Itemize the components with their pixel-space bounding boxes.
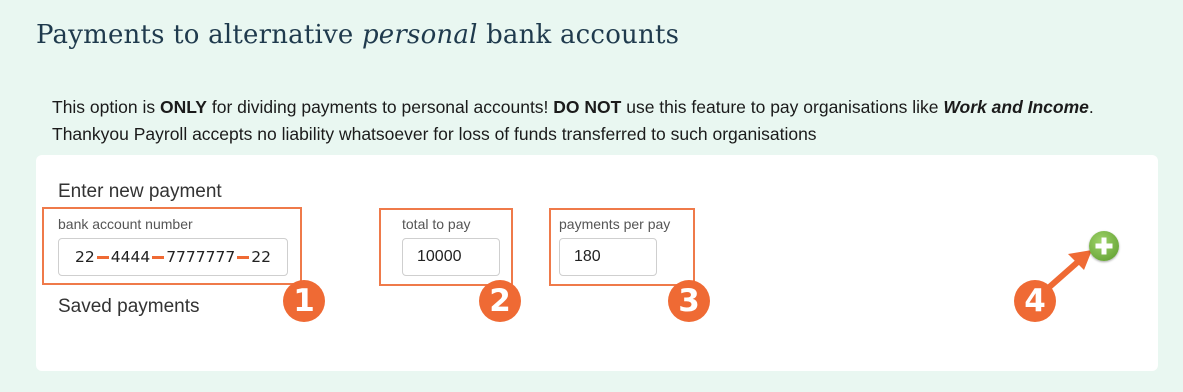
plus-circle-icon bbox=[1095, 237, 1113, 255]
title-emphasis: personal bbox=[361, 20, 478, 50]
highlight-bank-account bbox=[42, 207, 302, 285]
highlight-payments-per-pay bbox=[549, 208, 695, 286]
enter-new-payment-heading: Enter new payment bbox=[58, 181, 222, 202]
warning-text: use this feature to pay organisations li… bbox=[621, 97, 944, 117]
warning-text: for dividing payments to personal accoun… bbox=[206, 97, 554, 117]
step-marker-1: 1 bbox=[283, 280, 325, 322]
warning-emphasis-only: ONLY bbox=[159, 97, 207, 117]
warning-message: This option is ONLY for dividing payment… bbox=[52, 94, 1152, 148]
highlight-total-to-pay bbox=[379, 208, 513, 286]
warning-emphasis-org: Work and Income bbox=[943, 97, 1089, 117]
warning-emphasis-do-not: DO NOT bbox=[553, 97, 622, 117]
step-marker-2: 2 bbox=[479, 280, 521, 322]
page-title: Payments to alternative personal bank ac… bbox=[36, 20, 679, 50]
warning-text: This option is bbox=[52, 97, 160, 117]
saved-payments-heading: Saved payments bbox=[58, 296, 200, 317]
add-payment-button[interactable] bbox=[1089, 231, 1119, 261]
step-marker-3: 3 bbox=[668, 280, 710, 322]
title-text-end: bank accounts bbox=[486, 20, 680, 50]
title-text: Payments to alternative bbox=[36, 20, 354, 50]
